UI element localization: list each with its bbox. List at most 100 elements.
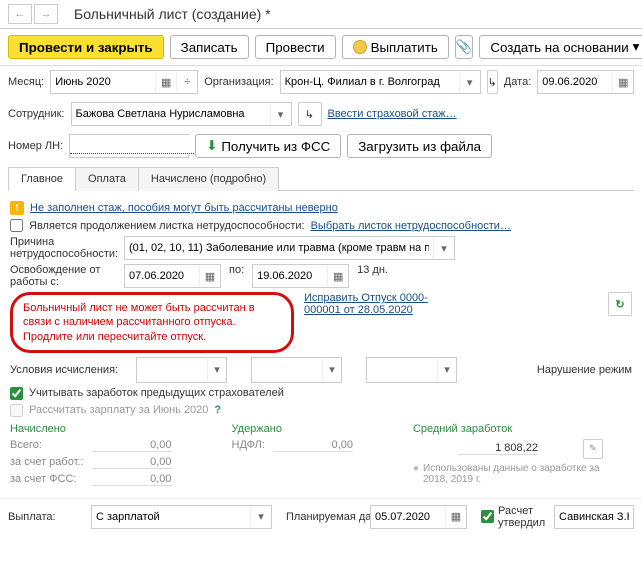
withheld-header: Удержано: [232, 423, 353, 435]
org-label: Организация:: [204, 76, 273, 88]
calendar-icon[interactable]: ▦: [612, 72, 633, 92]
date-to-field[interactable]: ▦: [252, 264, 349, 288]
employee-input[interactable]: [72, 104, 270, 124]
nav-back-button[interactable]: ←: [8, 4, 32, 24]
use-prev-checkbox[interactable]: [10, 387, 23, 400]
warning-icon: !: [10, 201, 24, 215]
nav-forward-button[interactable]: →: [34, 4, 58, 24]
pay-button-label: Выплатить: [371, 40, 438, 55]
choose-ln-link[interactable]: Выбрать листок нетрудоспособности…: [311, 220, 511, 232]
planned-date-input[interactable]: [371, 507, 445, 527]
org-input[interactable]: [281, 72, 459, 92]
calendar-icon[interactable]: ▦: [199, 266, 220, 286]
approved-label: Расчет утвердил: [498, 505, 548, 529]
stazh-warning-link[interactable]: Не заполнен стаж, пособия могут быть рас…: [30, 202, 338, 214]
help-icon[interactable]: ?: [214, 404, 221, 416]
date-label: Дата:: [504, 76, 531, 88]
calc-salary-label: Рассчитать зарплату за Июнь 2020: [29, 404, 208, 416]
get-from-fss-button[interactable]: ⬇ Получить из ФСС: [195, 134, 341, 158]
payment-label: Выплата:: [8, 511, 85, 523]
calc-term-2[interactable]: ▾: [251, 357, 342, 383]
calendar-icon[interactable]: ▦: [155, 72, 176, 92]
fix-vacation-link[interactable]: Исправить Отпуск 0000-000001 от 28.05.20…: [304, 292, 454, 316]
chevron-down-icon: ▾: [633, 39, 640, 55]
chevron-down-icon[interactable]: ▾: [437, 359, 456, 381]
refresh-button[interactable]: ↻: [608, 292, 632, 316]
period-from-label: Освобождение от работы с:: [10, 264, 116, 288]
ln-number-field[interactable]: [69, 134, 189, 158]
paperclip-icon: 📎: [456, 39, 473, 55]
month-input[interactable]: [51, 72, 155, 92]
chevron-down-icon[interactable]: ▾: [270, 104, 291, 124]
approver-field[interactable]: [554, 505, 634, 529]
post-and-close-button[interactable]: Провести и закрыть: [8, 35, 164, 59]
fss-label: за счет ФСС:: [10, 473, 76, 485]
load-from-file-button[interactable]: Загрузить из файла: [347, 134, 492, 158]
tab-main[interactable]: Главное: [8, 167, 76, 191]
approved-checkbox[interactable]: [481, 510, 494, 523]
total-value: 0,00: [92, 439, 172, 452]
fss-value: 0,00: [92, 473, 172, 486]
approver-input[interactable]: [555, 507, 633, 527]
chevron-down-icon[interactable]: ▾: [250, 507, 271, 527]
spinner-icon[interactable]: ÷: [176, 72, 197, 92]
avg-edit-button[interactable]: ✎: [583, 439, 603, 459]
calendar-icon[interactable]: ▦: [445, 507, 466, 527]
use-prev-label: Учитывать заработок предыдущих страховат…: [29, 387, 284, 399]
chevron-down-icon[interactable]: ▾: [459, 72, 480, 92]
tab-accrued[interactable]: Начислено (подробно): [138, 167, 279, 191]
pay-button[interactable]: Выплатить: [342, 35, 449, 59]
avg-header: Средний заработок: [413, 423, 603, 435]
date-input[interactable]: [538, 72, 612, 92]
used-data-note: ● Использованы данные о заработке за 201…: [413, 463, 603, 485]
employee-open-button[interactable]: ↳: [298, 102, 322, 126]
page-title: Больничный лист (создание) *: [74, 6, 271, 22]
continuation-checkbox[interactable]: [10, 219, 23, 232]
days-count: 13 дн.: [357, 264, 388, 276]
avg-value: 1 808,22: [458, 442, 538, 455]
planned-date-label: Планируемая дата выплаты:: [286, 511, 364, 523]
date-from-field[interactable]: ▦: [124, 264, 221, 288]
used-note-text: Использованы данные о заработке за 2018,…: [423, 463, 603, 485]
month-label: Месяц:: [8, 76, 44, 88]
date-to-input[interactable]: [253, 266, 327, 286]
attach-button[interactable]: 📎: [455, 35, 474, 59]
chevron-down-icon[interactable]: ▾: [322, 359, 341, 381]
chevron-down-icon[interactable]: ▾: [433, 238, 454, 258]
ln-number-label: Номер ЛН:: [8, 140, 63, 152]
tabs: Главное Оплата Начислено (подробно): [8, 166, 634, 191]
total-label: Всего:: [10, 439, 42, 451]
calc-terms-label: Условия исчисления:: [10, 364, 128, 376]
calc-term-3[interactable]: ▾: [366, 357, 457, 383]
tab-payment[interactable]: Оплата: [75, 167, 139, 191]
ndfl-label: НДФЛ:: [232, 439, 265, 451]
date-field[interactable]: ▦: [537, 70, 634, 94]
month-field[interactable]: ▦ ÷: [50, 70, 198, 94]
enter-stazh-link[interactable]: Ввести страховой стаж…: [328, 108, 457, 120]
download-icon: ⬇: [206, 138, 217, 154]
post-button[interactable]: Провести: [255, 35, 336, 59]
calc-salary-checkbox: [10, 404, 23, 417]
ndfl-value: 0,00: [273, 439, 353, 452]
planned-date-field[interactable]: ▦: [370, 505, 467, 529]
employer-value: 0,00: [92, 456, 172, 469]
reason-field[interactable]: ▾: [124, 236, 455, 260]
reason-input[interactable]: [125, 238, 433, 258]
create-based-label: Создать на основании: [490, 40, 628, 55]
create-based-button[interactable]: Создать на основании ▾: [479, 35, 642, 59]
org-field[interactable]: ▾: [280, 70, 481, 94]
calendar-icon[interactable]: ▦: [327, 266, 348, 286]
ln-number-input[interactable]: [70, 135, 196, 154]
employer-label: за счет работ.:: [10, 456, 84, 468]
payment-input[interactable]: [92, 507, 250, 527]
chevron-down-icon[interactable]: ▾: [207, 359, 226, 381]
employee-label: Сотрудник:: [8, 108, 65, 120]
coin-icon: [353, 40, 367, 54]
payment-field[interactable]: ▾: [91, 505, 272, 529]
employee-field[interactable]: ▾: [71, 102, 292, 126]
date-from-input[interactable]: [125, 266, 199, 286]
violation-label: Нарушение режим: [537, 364, 632, 376]
org-open-button[interactable]: ↳: [487, 70, 498, 94]
save-button[interactable]: Записать: [170, 35, 249, 59]
calc-term-1[interactable]: ▾: [136, 357, 227, 383]
